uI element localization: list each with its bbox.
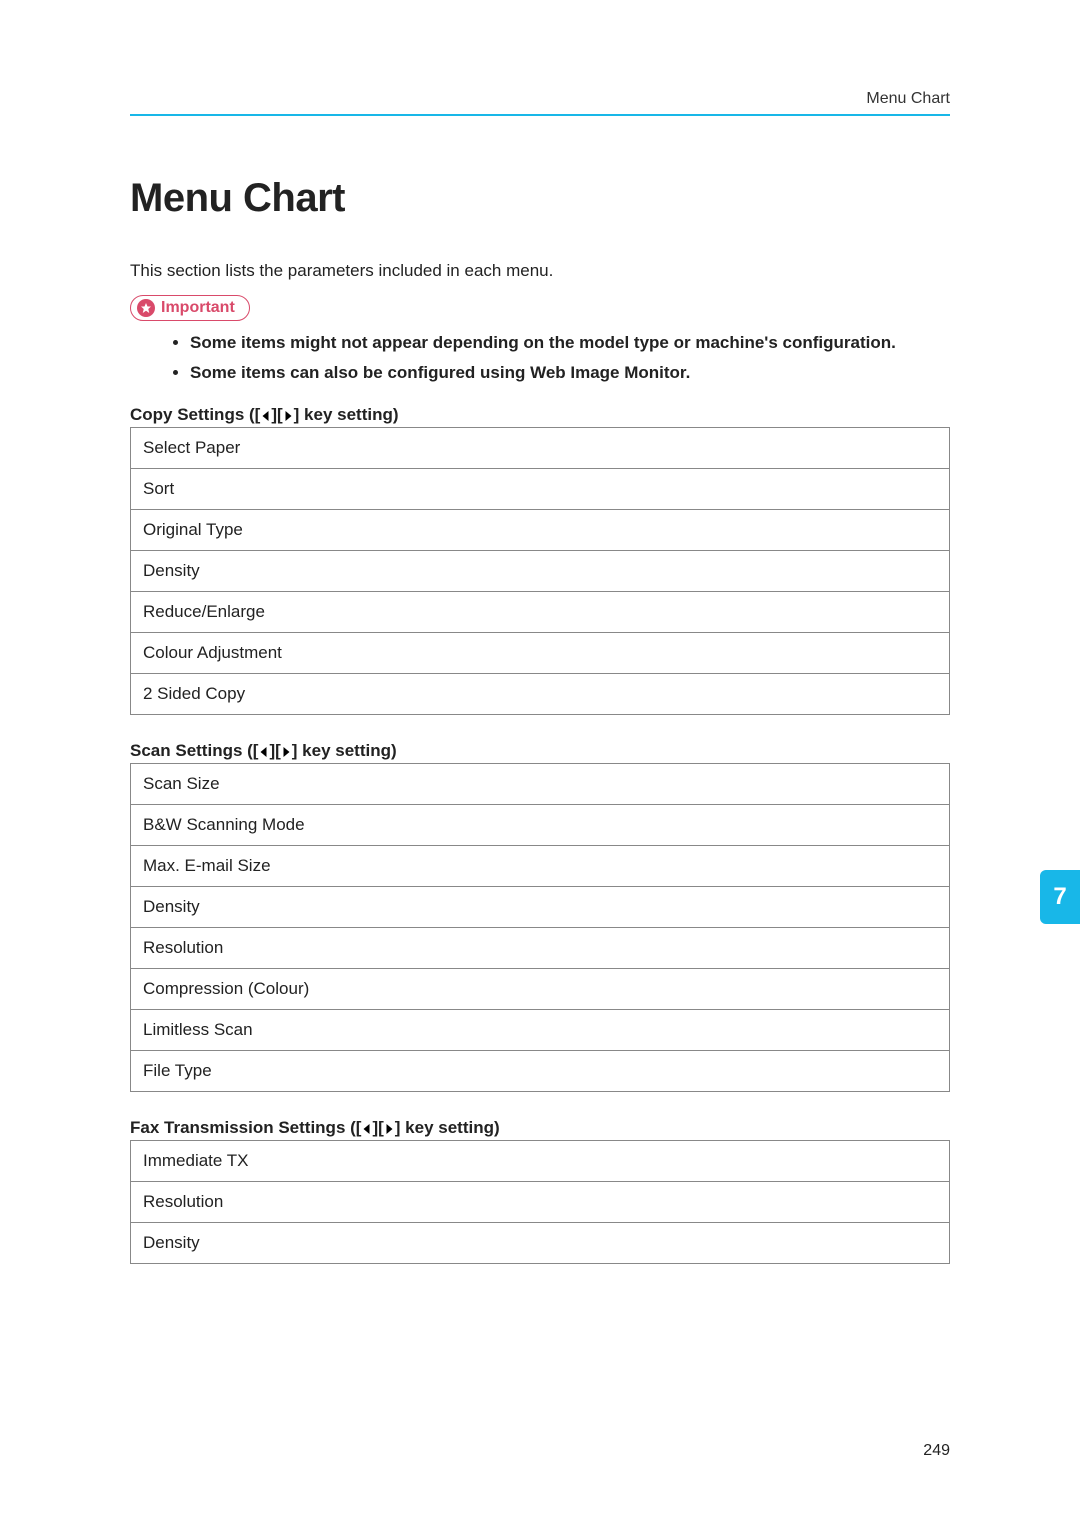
important-bullet: Some items can also be configured using … bbox=[190, 363, 950, 383]
menu-item: Scan Size bbox=[131, 764, 950, 805]
table-row: Reduce/Enlarge bbox=[131, 592, 950, 633]
table-row: Colour Adjustment bbox=[131, 633, 950, 674]
table-row: Limitless Scan bbox=[131, 1010, 950, 1051]
table-row: 2 Sided Copy bbox=[131, 674, 950, 715]
table-row: Max. E-mail Size bbox=[131, 846, 950, 887]
menu-item: Density bbox=[131, 551, 950, 592]
heading-prefix: Scan Settings ([ bbox=[130, 741, 258, 760]
important-star-icon bbox=[137, 299, 155, 317]
important-bullet: Some items might not appear depending on… bbox=[190, 333, 950, 353]
menu-item: Density bbox=[131, 887, 950, 928]
menu-item: Max. E-mail Size bbox=[131, 846, 950, 887]
heading-prefix: Fax Transmission Settings ([ bbox=[130, 1118, 361, 1137]
table-row: Sort bbox=[131, 469, 950, 510]
heading-bracket: ][ bbox=[269, 741, 280, 760]
important-label: Important bbox=[161, 299, 235, 317]
menu-item: Select Paper bbox=[131, 428, 950, 469]
menu-item: Original Type bbox=[131, 510, 950, 551]
table-row: Density bbox=[131, 887, 950, 928]
menu-item: 2 Sided Copy bbox=[131, 674, 950, 715]
heading-bracket: ][ bbox=[372, 1118, 383, 1137]
heading-suffix: ] key setting) bbox=[292, 741, 397, 760]
page-number: 249 bbox=[923, 1442, 950, 1460]
table-row: Immediate TX bbox=[131, 1141, 950, 1182]
page-container: Menu Chart Menu Chart This section lists… bbox=[0, 0, 1080, 1532]
page-title: Menu Chart bbox=[130, 176, 950, 221]
heading-suffix: ] key setting) bbox=[294, 405, 399, 424]
menu-item: Resolution bbox=[131, 928, 950, 969]
menu-item: B&W Scanning Mode bbox=[131, 805, 950, 846]
left-arrow-icon bbox=[361, 1123, 372, 1135]
table-row: Original Type bbox=[131, 510, 950, 551]
important-callout: Important bbox=[130, 295, 250, 321]
table-row: Select Paper bbox=[131, 428, 950, 469]
table-row: Resolution bbox=[131, 928, 950, 969]
copy-settings-heading: Copy Settings ([ ][ ] key setting) bbox=[130, 405, 950, 425]
heading-prefix: Copy Settings ([ bbox=[130, 405, 260, 424]
menu-item: Compression (Colour) bbox=[131, 969, 950, 1010]
intro-text: This section lists the parameters includ… bbox=[130, 261, 950, 281]
right-arrow-icon bbox=[384, 1123, 395, 1135]
right-arrow-icon bbox=[281, 746, 292, 758]
menu-item: Sort bbox=[131, 469, 950, 510]
scan-settings-heading: Scan Settings ([ ][ ] key setting) bbox=[130, 741, 950, 761]
table-row: Density bbox=[131, 1223, 950, 1264]
left-arrow-icon bbox=[260, 410, 271, 422]
right-arrow-icon bbox=[283, 410, 294, 422]
header-rule bbox=[130, 114, 950, 116]
menu-item: Reduce/Enlarge bbox=[131, 592, 950, 633]
left-arrow-icon bbox=[258, 746, 269, 758]
chapter-tab: 7 bbox=[1040, 870, 1080, 924]
running-header: Menu Chart bbox=[130, 90, 950, 108]
fax-settings-heading: Fax Transmission Settings ([ ][ ] key sett… bbox=[130, 1118, 950, 1138]
table-row: Density bbox=[131, 551, 950, 592]
table-row: File Type bbox=[131, 1051, 950, 1092]
table-row: Resolution bbox=[131, 1182, 950, 1223]
menu-item: Resolution bbox=[131, 1182, 950, 1223]
important-bullet-list: Some items might not appear depending on… bbox=[190, 333, 950, 383]
table-row: B&W Scanning Mode bbox=[131, 805, 950, 846]
scan-settings-table: Scan Size B&W Scanning Mode Max. E-mail … bbox=[130, 763, 950, 1092]
heading-bracket: ][ bbox=[271, 405, 282, 424]
menu-item: Immediate TX bbox=[131, 1141, 950, 1182]
copy-settings-table: Select Paper Sort Original Type Density … bbox=[130, 427, 950, 715]
table-row: Compression (Colour) bbox=[131, 969, 950, 1010]
menu-item: Limitless Scan bbox=[131, 1010, 950, 1051]
menu-item: File Type bbox=[131, 1051, 950, 1092]
menu-item: Colour Adjustment bbox=[131, 633, 950, 674]
table-row: Scan Size bbox=[131, 764, 950, 805]
menu-item: Density bbox=[131, 1223, 950, 1264]
heading-suffix: ] key setting) bbox=[395, 1118, 500, 1137]
fax-settings-table: Immediate TX Resolution Density bbox=[130, 1140, 950, 1264]
